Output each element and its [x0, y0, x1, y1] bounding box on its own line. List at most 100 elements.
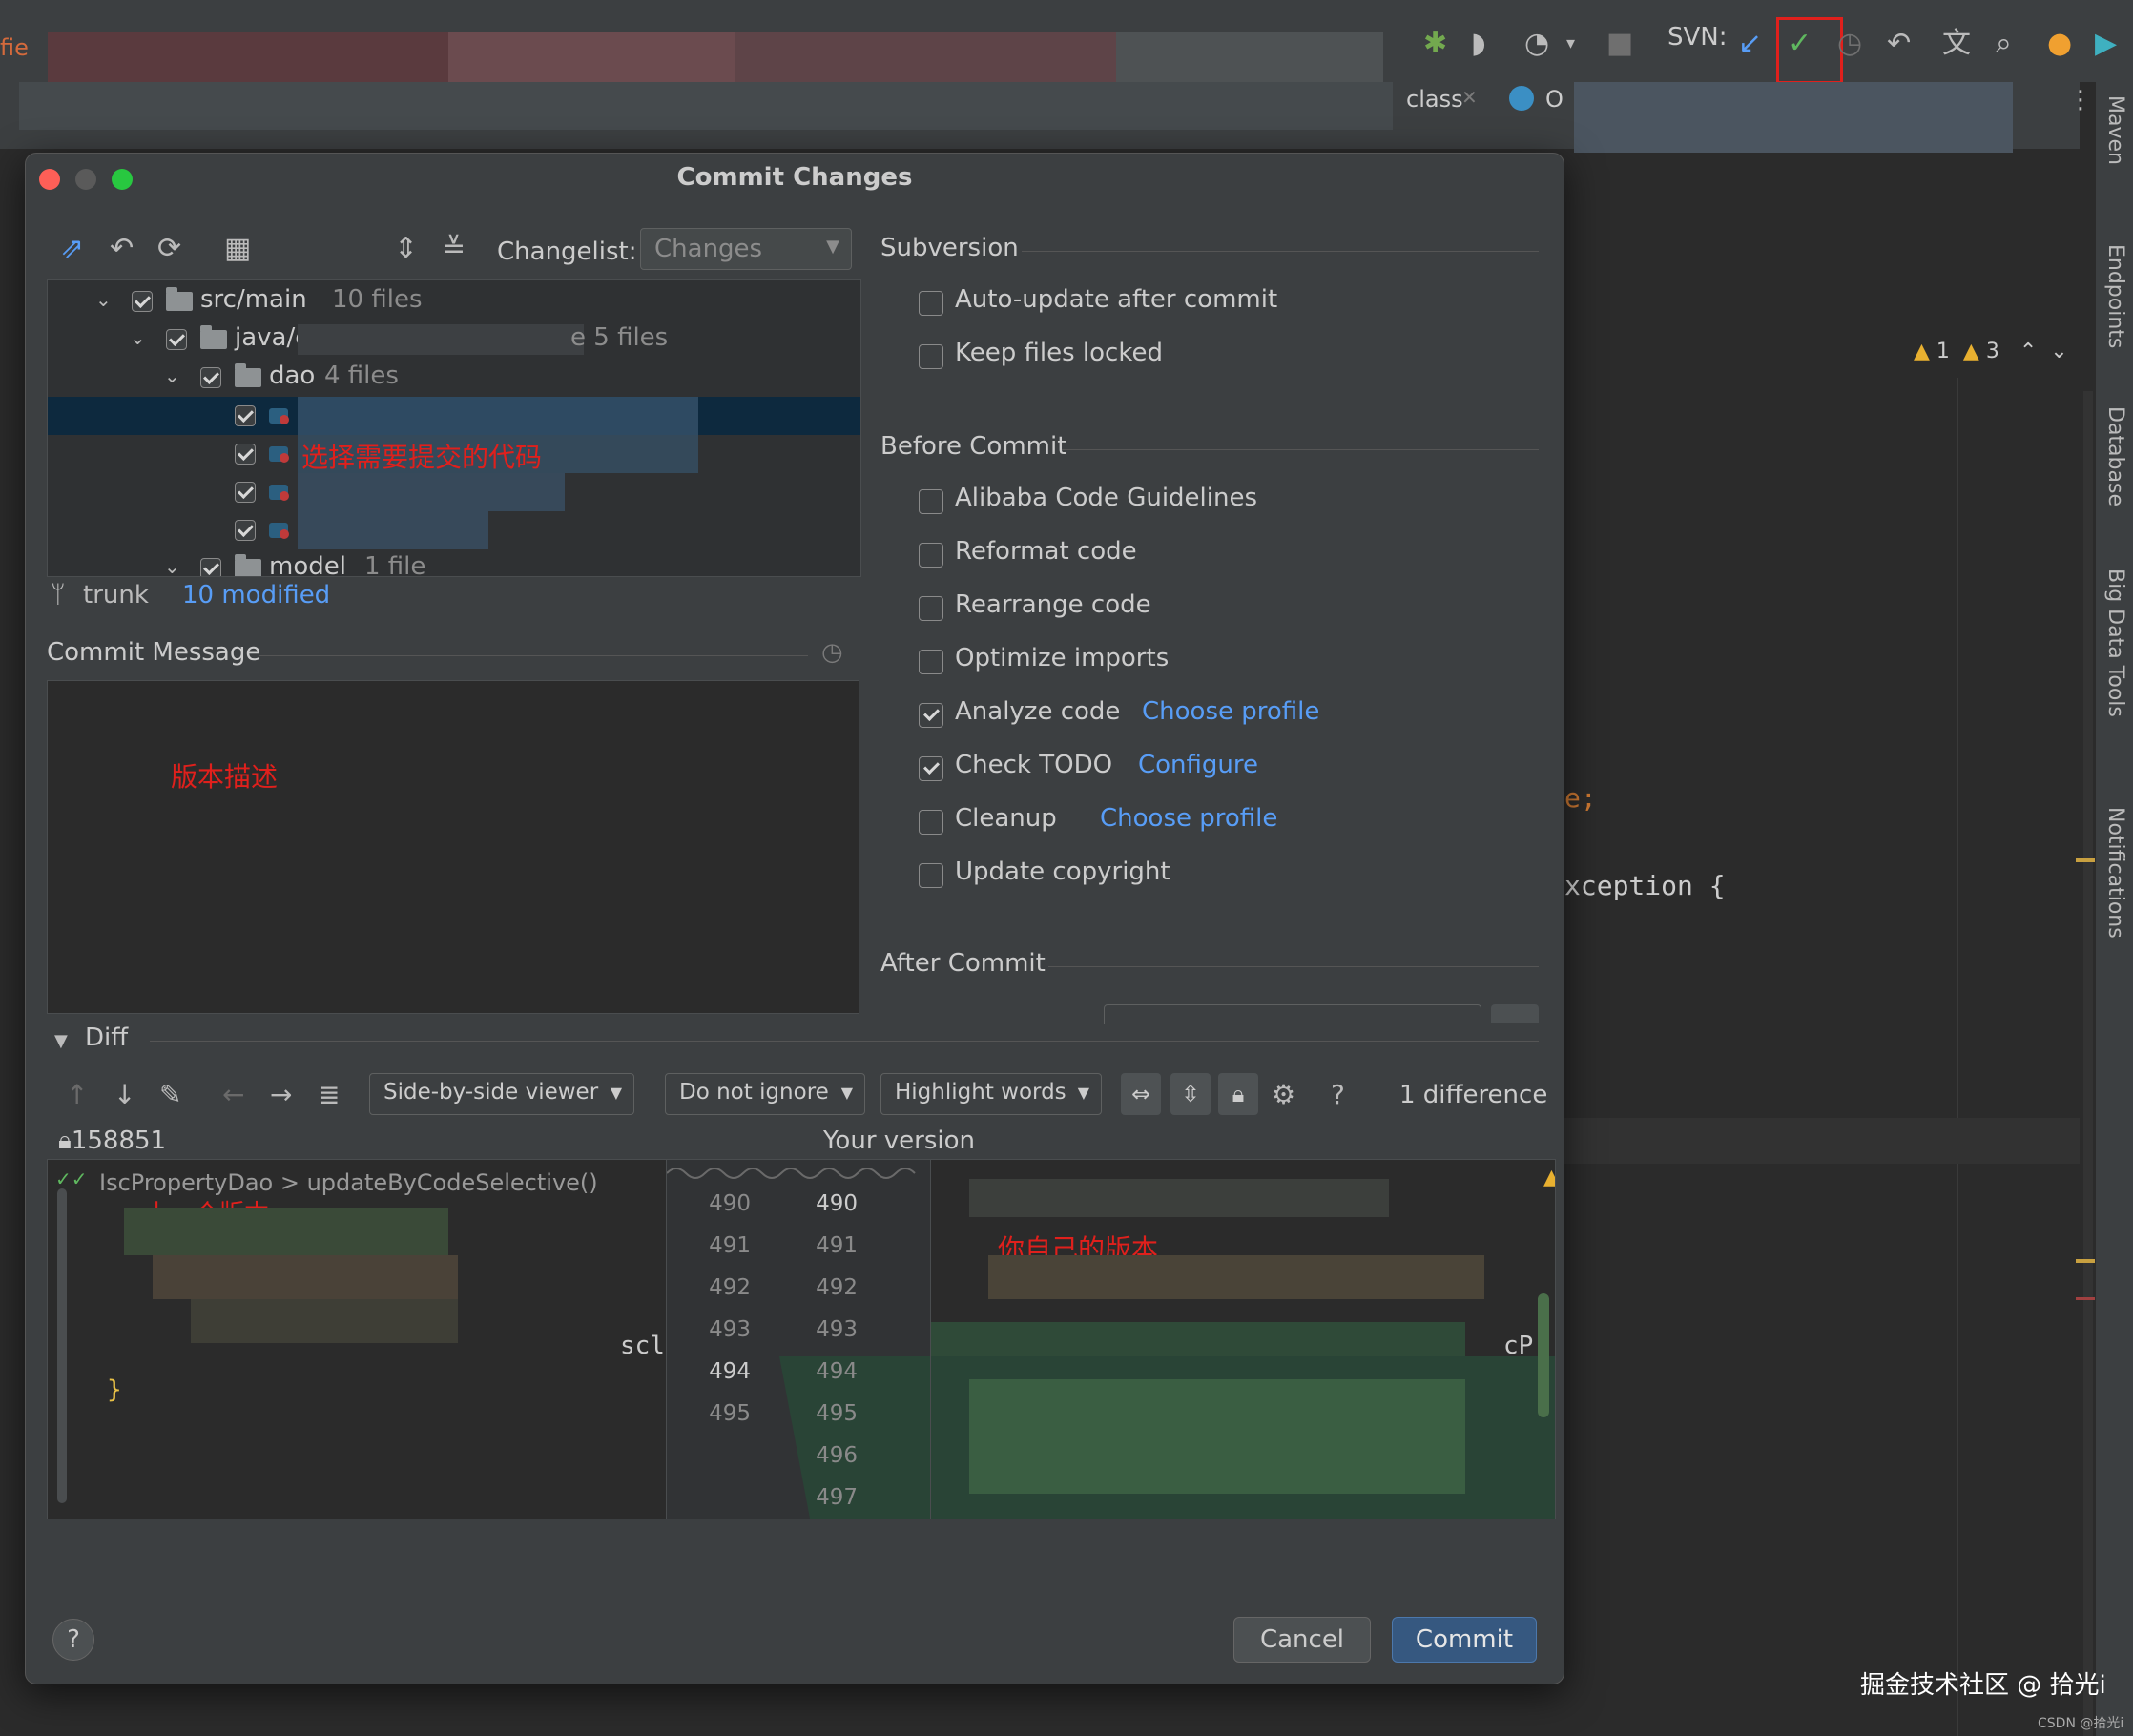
next-file-icon[interactable]: →: [270, 1079, 292, 1110]
option-checkbox[interactable]: [919, 489, 943, 514]
refresh-icon[interactable]: ⟳: [157, 232, 181, 266]
after-commit-combo[interactable]: [1104, 1004, 1481, 1024]
previous-difference-icon[interactable]: ↑: [66, 1079, 88, 1110]
tool-endpoints[interactable]: Endpoints: [2103, 244, 2127, 348]
option-checkbox[interactable]: [919, 543, 943, 568]
option-checkbox[interactable]: [919, 344, 943, 369]
chevron-down-icon[interactable]: ⌄: [2050, 340, 2067, 363]
tree-checkbox[interactable]: [132, 291, 153, 312]
tree-row-java[interactable]: ⌄ java/c e 5 files: [48, 320, 860, 359]
right-line-number: 492: [816, 1275, 858, 1300]
ignore-select[interactable]: Do not ignore ▼: [665, 1073, 865, 1115]
more-icon[interactable]: ⋮: [2068, 86, 2093, 114]
tree-checkbox[interactable]: [200, 367, 221, 388]
help-button[interactable]: ?: [52, 1619, 94, 1661]
tree-checkbox[interactable]: [200, 558, 221, 576]
diff-right-pane[interactable]: 你自己的版本 cP ▲: [931, 1160, 1555, 1519]
highlight-select[interactable]: Highlight words ▼: [880, 1073, 1102, 1115]
diff-left-pane[interactable]: ✓✓ IscPropertyDao > updateByCodeSelectiv…: [48, 1160, 666, 1519]
inspection-widget[interactable]: ▲ 1 ▲ 3 ⌃ ⌄: [1914, 340, 2068, 363]
modified-link[interactable]: 10 modified: [182, 581, 330, 610]
configure-link[interactable]: Configure: [1138, 751, 1258, 779]
tab-other[interactable]: O: [1545, 86, 1564, 113]
tree-file-count: 4 files: [324, 362, 399, 390]
right-scrollbar[interactable]: [1538, 1293, 1549, 1417]
svn-update-icon[interactable]: ↙: [1738, 25, 1762, 63]
message-history-icon[interactable]: ◷: [821, 638, 843, 667]
commit-message-input[interactable]: [47, 680, 859, 1014]
rollback-icon[interactable]: ↶: [1887, 25, 1911, 63]
tree-row-file[interactable]: [48, 473, 860, 511]
choose-profile-link[interactable]: Choose profile: [1100, 804, 1277, 833]
editor-scrollbar[interactable]: [2083, 391, 2093, 1736]
chevron-down-icon[interactable]: ⌄: [95, 288, 112, 311]
changelist-select[interactable]: Changes ▼: [640, 228, 852, 270]
group-by-icon[interactable]: ▦: [224, 232, 251, 266]
collapse-diff-icon[interactable]: ▼: [54, 1031, 68, 1051]
tree-row-dao[interactable]: ⌄ dao 4 files: [48, 359, 860, 397]
previous-file-icon[interactable]: ←: [222, 1079, 244, 1110]
tool-maven[interactable]: Maven: [2103, 95, 2127, 165]
chevron-up-icon[interactable]: ⌃: [2019, 340, 2037, 363]
profile-dropdown-icon[interactable]: ▾: [1566, 25, 1575, 63]
option-checkbox[interactable]: [919, 863, 943, 888]
tree-row-file[interactable]: [48, 511, 860, 549]
tree-row-file[interactable]: 选择需要提交的代码: [48, 435, 860, 473]
close-icon[interactable]: ✕: [1461, 86, 1478, 109]
plugin-icon[interactable]: ▶: [2095, 25, 2117, 63]
lock-icon[interactable]: 🔒︎: [1218, 1073, 1258, 1115]
viewer-select[interactable]: Side-by-side viewer ▼: [369, 1073, 634, 1115]
tree-row-src-main[interactable]: ⌄ src/main 10 files: [48, 282, 860, 320]
tool-notifications[interactable]: Notifications: [2103, 807, 2127, 939]
tree-checkbox[interactable]: [235, 520, 256, 541]
right-line-number: 490: [816, 1191, 858, 1216]
option-checkbox[interactable]: [919, 703, 943, 728]
tree-checkbox[interactable]: [235, 482, 256, 503]
chevron-down-icon[interactable]: ⌄: [130, 326, 146, 349]
commit-button[interactable]: Commit: [1392, 1617, 1537, 1663]
tool-big-data-tools[interactable]: Big Data Tools: [2103, 568, 2127, 717]
collapse-unchanged-icon[interactable]: ⇔: [1121, 1073, 1161, 1115]
tree-checkbox[interactable]: [166, 329, 187, 350]
chevron-down-icon[interactable]: ⌄: [164, 364, 180, 387]
sync-scroll-icon[interactable]: ⇳: [1170, 1073, 1211, 1115]
tree-row-model[interactable]: ⌄ model 1 file: [48, 549, 860, 577]
divider: [1022, 251, 1539, 252]
tree-checkbox[interactable]: [235, 444, 256, 465]
rollback-icon[interactable]: ↶: [110, 232, 134, 266]
option-checkbox[interactable]: [919, 810, 943, 835]
file-list-icon[interactable]: ≣: [318, 1079, 340, 1110]
stop-icon[interactable]: ■: [1606, 25, 1633, 63]
next-difference-icon[interactable]: ↓: [114, 1079, 135, 1110]
left-scrollbar[interactable]: [57, 1188, 67, 1503]
option-checkbox[interactable]: [919, 756, 943, 781]
option-checkbox[interactable]: [919, 596, 943, 621]
svn-label: SVN:: [1667, 23, 1728, 52]
option-checkbox[interactable]: [919, 650, 943, 674]
tool-database[interactable]: Database: [2103, 406, 2127, 506]
search-icon[interactable]: ⌕: [1996, 25, 2012, 63]
coverage-icon[interactable]: ◗: [1471, 25, 1486, 63]
tab-class[interactable]: class: [1406, 86, 1463, 113]
history-icon[interactable]: ◷: [1837, 25, 1862, 63]
help-icon[interactable]: ?: [1331, 1079, 1345, 1110]
edit-source-icon[interactable]: ✎: [159, 1079, 181, 1110]
expand-all-icon[interactable]: ⇕: [394, 232, 418, 266]
settings-gear-icon[interactable]: ⚙: [1272, 1079, 1295, 1110]
debug-icon[interactable]: ✱: [1423, 25, 1447, 63]
after-commit-button[interactable]: [1491, 1004, 1539, 1023]
show-diff-icon[interactable]: ⇗: [60, 232, 84, 266]
tree-checkbox[interactable]: [235, 405, 256, 426]
tree-file-count: 1 file: [364, 552, 426, 577]
profile-icon[interactable]: ◔: [1524, 25, 1549, 63]
tree-file-count: e 5 files: [570, 323, 669, 352]
changes-tree[interactable]: ⌄ src/main 10 files ⌄ java/c e 5 files ⌄…: [47, 279, 861, 577]
cancel-button[interactable]: Cancel: [1233, 1617, 1371, 1663]
option-checkbox[interactable]: [919, 291, 943, 316]
tree-row-file[interactable]: [48, 397, 860, 435]
collapse-all-icon[interactable]: ≚: [442, 232, 466, 266]
update-icon[interactable]: ●: [2047, 25, 2072, 63]
translate-icon[interactable]: 文: [1942, 25, 1971, 63]
choose-profile-link[interactable]: Choose profile: [1142, 697, 1319, 726]
chevron-down-icon[interactable]: ⌄: [164, 555, 180, 576]
